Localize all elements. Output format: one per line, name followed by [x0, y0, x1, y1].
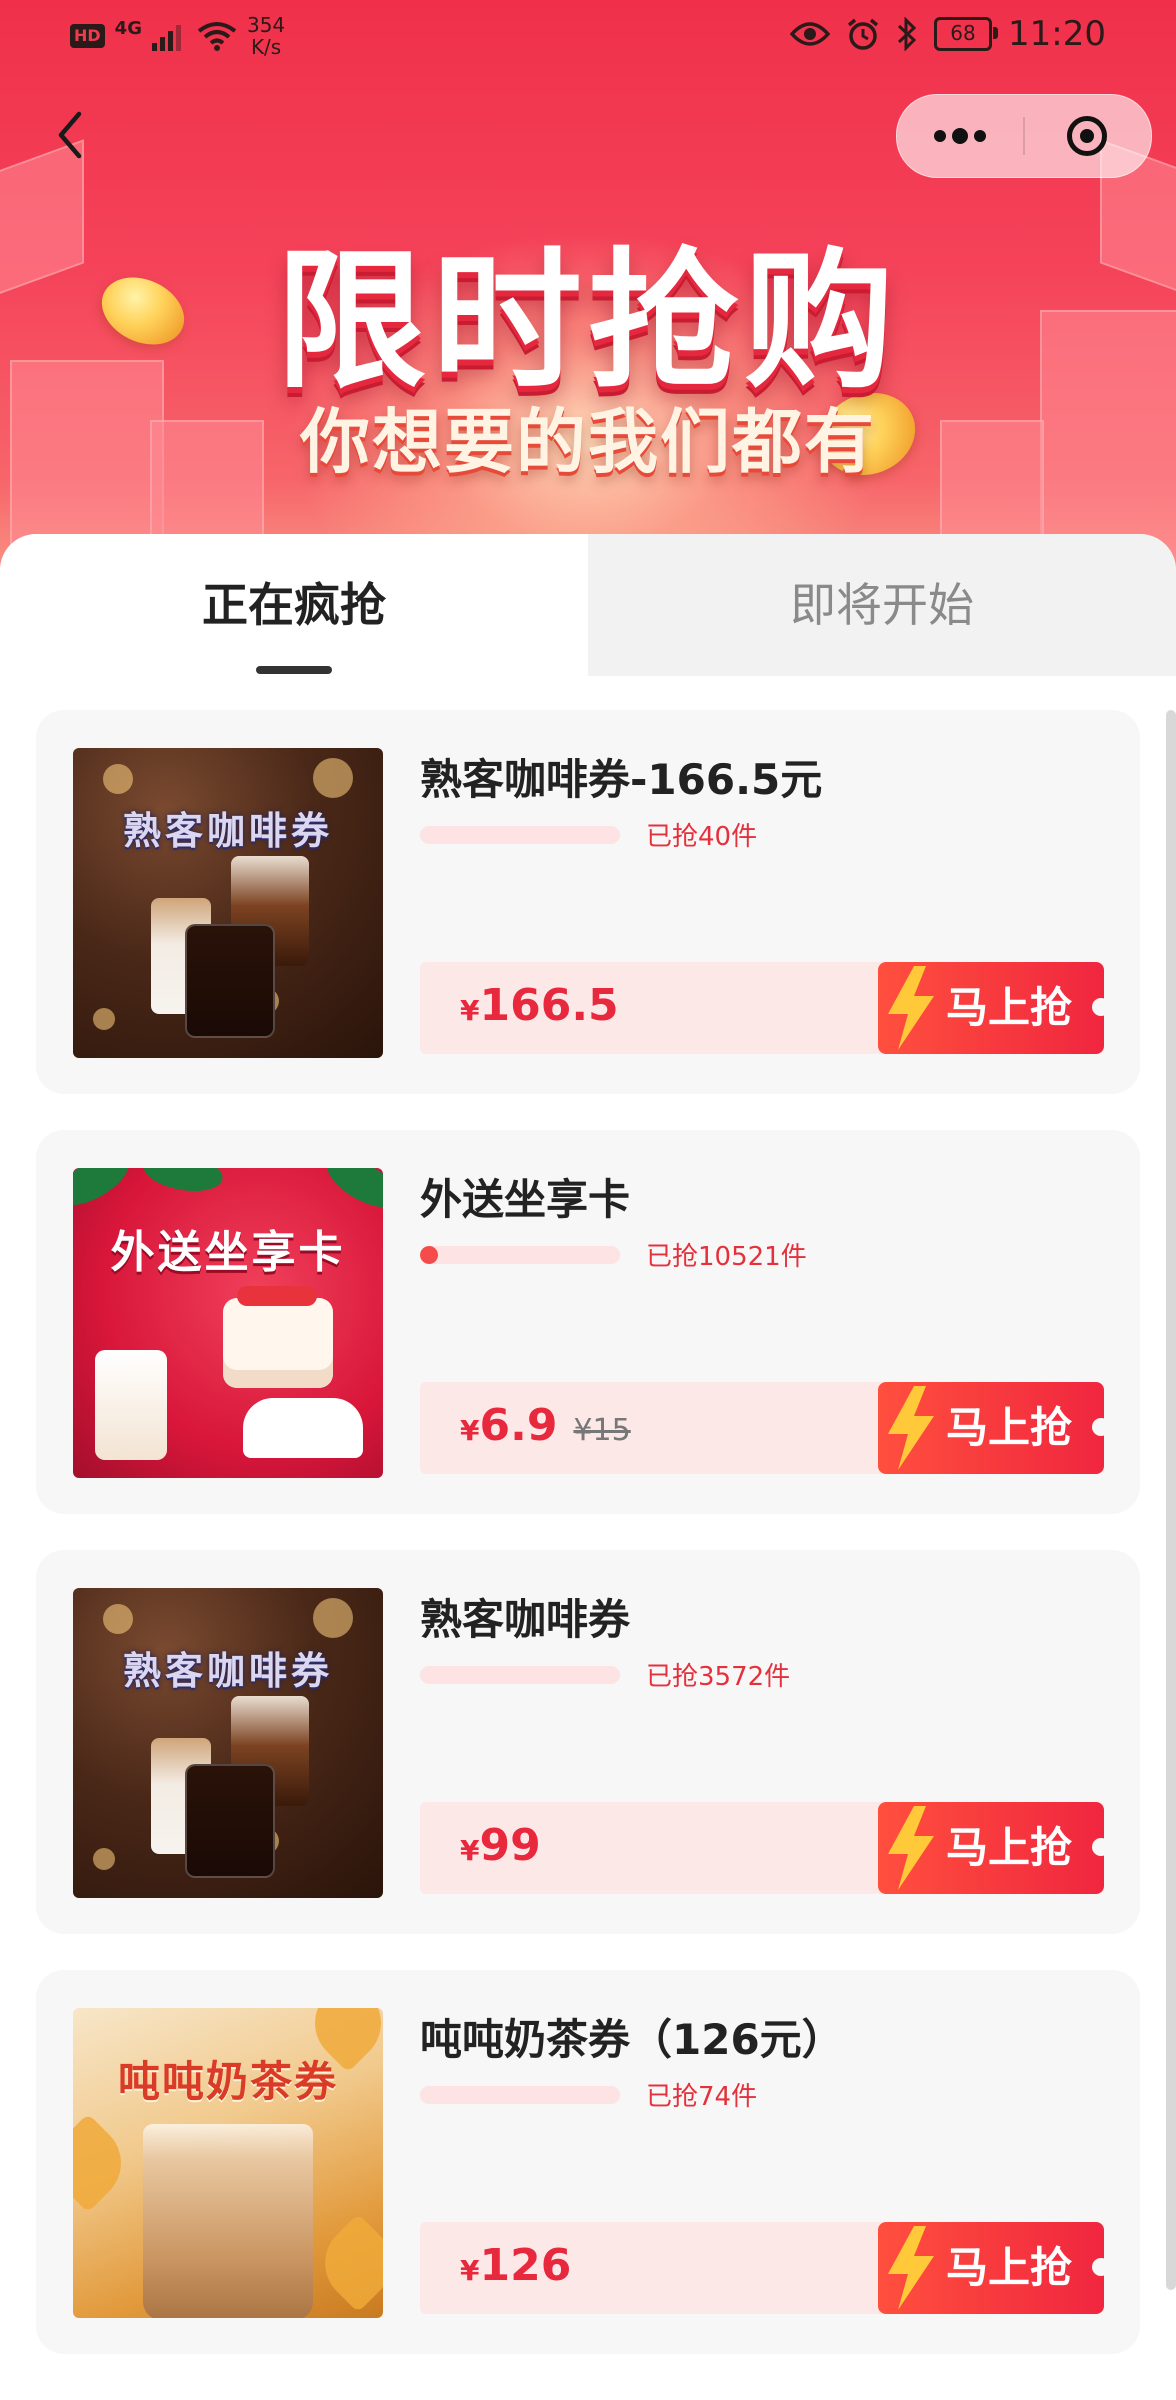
currency-symbol: ¥ — [460, 2254, 480, 2287]
currency-symbol: ¥ — [460, 1414, 480, 1447]
product-title: 熟客咖啡券 — [420, 1595, 631, 1644]
scrollbar[interactable] — [1166, 710, 1176, 2290]
lightning-icon — [888, 2226, 934, 2310]
product-image: 熟客咖啡券 — [73, 1588, 383, 1898]
ticket-notch — [1092, 998, 1110, 1016]
status-bar: HD 4G 354 K/s 68 11:20 — [0, 0, 1176, 74]
buy-now-button[interactable]: 马上抢 — [878, 962, 1110, 1054]
product-image: 吨吨奶茶券 — [73, 2008, 383, 2318]
price-bar: ¥99 马上抢 — [420, 1802, 1110, 1894]
buy-now-label: 马上抢 — [945, 983, 1072, 1032]
sold-count: 已抢3572件 — [646, 1662, 791, 1692]
hd-badge: HD — [70, 24, 105, 48]
price: ¥166.5 — [460, 980, 635, 1031]
eye-icon — [790, 22, 831, 46]
bluetooth-icon — [897, 17, 917, 51]
close-button[interactable] — [1067, 116, 1107, 156]
network-speed-value: 354 — [246, 13, 286, 37]
price: ¥99 — [460, 1820, 557, 1871]
price: ¥126 — [460, 2240, 587, 2291]
chevron-left-icon — [58, 111, 82, 159]
product-title: 吨吨奶茶券（126元） — [420, 2015, 844, 2064]
banner-subtitle: 你想要的我们都有 — [300, 401, 876, 483]
wifi-icon — [197, 22, 237, 51]
tab-bar: 正在疯抢 即将开始 — [0, 534, 1176, 676]
network-speed-unit: K/s — [250, 35, 282, 59]
buy-now-button[interactable]: 马上抢 — [878, 1802, 1110, 1894]
ticket-notch — [1092, 1418, 1110, 1436]
sold-count: 已抢10521件 — [646, 1242, 807, 1272]
product-image: 外送坐享卡 — [73, 1168, 383, 1478]
product-image: 熟客咖啡券 — [73, 748, 383, 1058]
more-dots-icon — [934, 128, 986, 144]
battery-icon: 68 — [934, 17, 999, 51]
tab-ongoing[interactable]: 正在疯抢 — [0, 534, 588, 676]
product-card[interactable]: 吨吨奶茶券 吨吨奶茶券（126元） 已抢74件 ¥126 马上抢 — [36, 1970, 1140, 2354]
buy-now-button[interactable]: 马上抢 — [878, 2222, 1110, 2314]
sold-count: 已抢74件 — [646, 2082, 758, 2112]
price-value: 126 — [479, 2240, 572, 2291]
more-button[interactable] — [897, 95, 1023, 177]
alarm-icon — [847, 18, 879, 50]
mini-program-capsule — [896, 94, 1152, 178]
price-value: 99 — [479, 1820, 541, 1871]
price: ¥6.9 ¥15 — [460, 1400, 631, 1451]
product-title: 熟客咖啡券-166.5元 — [420, 755, 823, 804]
product-card[interactable]: 熟客咖啡券 熟客咖啡券 已抢3572件 ¥99 马上抢 — [36, 1550, 1140, 1934]
sold-count: 已抢40件 — [646, 822, 758, 852]
buy-now-label: 马上抢 — [945, 1403, 1072, 1452]
currency-symbol: ¥ — [460, 1834, 480, 1867]
price-value: 166.5 — [479, 980, 619, 1031]
product-image-label: 外送坐享卡 — [110, 1227, 346, 1278]
buy-now-button[interactable]: 马上抢 — [878, 1382, 1110, 1474]
product-image-label: 熟客咖啡券 — [122, 809, 333, 853]
back-button[interactable] — [40, 100, 100, 170]
buy-now-label: 马上抢 — [945, 2243, 1072, 2292]
sold-progress-fill — [420, 1246, 438, 1264]
active-tab-indicator — [256, 666, 332, 674]
network-type: 4G — [114, 17, 142, 39]
product-image-label: 熟客咖啡券 — [122, 1649, 333, 1693]
banner-title: 限时抢购 — [275, 235, 900, 409]
product-card[interactable]: 外送坐享卡 外送坐享卡 已抢10521件 ¥6.9 ¥15 马上抢 — [36, 1130, 1140, 1514]
sold-progress-bar — [420, 826, 620, 844]
product-card[interactable]: 熟客咖啡券 熟客咖啡券-166.5元 已抢40件 ¥166.5 马上抢 — [36, 710, 1140, 1094]
lightning-icon — [888, 1386, 934, 1470]
product-image-label: 吨吨奶茶券 — [117, 2057, 338, 2106]
original-price: ¥15 — [573, 1413, 631, 1448]
lightning-icon — [888, 966, 934, 1050]
ticket-notch — [1092, 2258, 1110, 2276]
network-speed: 354 K/s — [247, 14, 285, 58]
sold-progress-bar — [420, 2086, 620, 2104]
product-list: 熟客咖啡券 熟客咖啡券-166.5元 已抢40件 ¥166.5 马上抢 外送坐享… — [36, 710, 1140, 2390]
product-title: 外送坐享卡 — [420, 1175, 631, 1224]
price-bar: ¥6.9 ¥15 马上抢 — [420, 1382, 1110, 1474]
ticket-notch — [1092, 1838, 1110, 1856]
status-time: 11:20 — [1008, 14, 1106, 54]
sold-progress-bar — [420, 1666, 620, 1684]
lightning-icon — [888, 1806, 934, 1890]
price-bar: ¥166.5 马上抢 — [420, 962, 1110, 1054]
currency-symbol: ¥ — [460, 994, 480, 1027]
header-banner: 限时抢购 你想要的我们都有 — [0, 0, 1176, 600]
price-value: 6.9 — [479, 1400, 558, 1451]
signal-icon — [151, 21, 181, 51]
capsule-divider — [1023, 117, 1025, 155]
buy-now-label: 马上抢 — [945, 1823, 1072, 1872]
price-bar: ¥126 马上抢 — [420, 2222, 1110, 2314]
sold-progress-bar — [420, 1246, 620, 1264]
tab-upcoming[interactable]: 即将开始 — [588, 534, 1176, 676]
